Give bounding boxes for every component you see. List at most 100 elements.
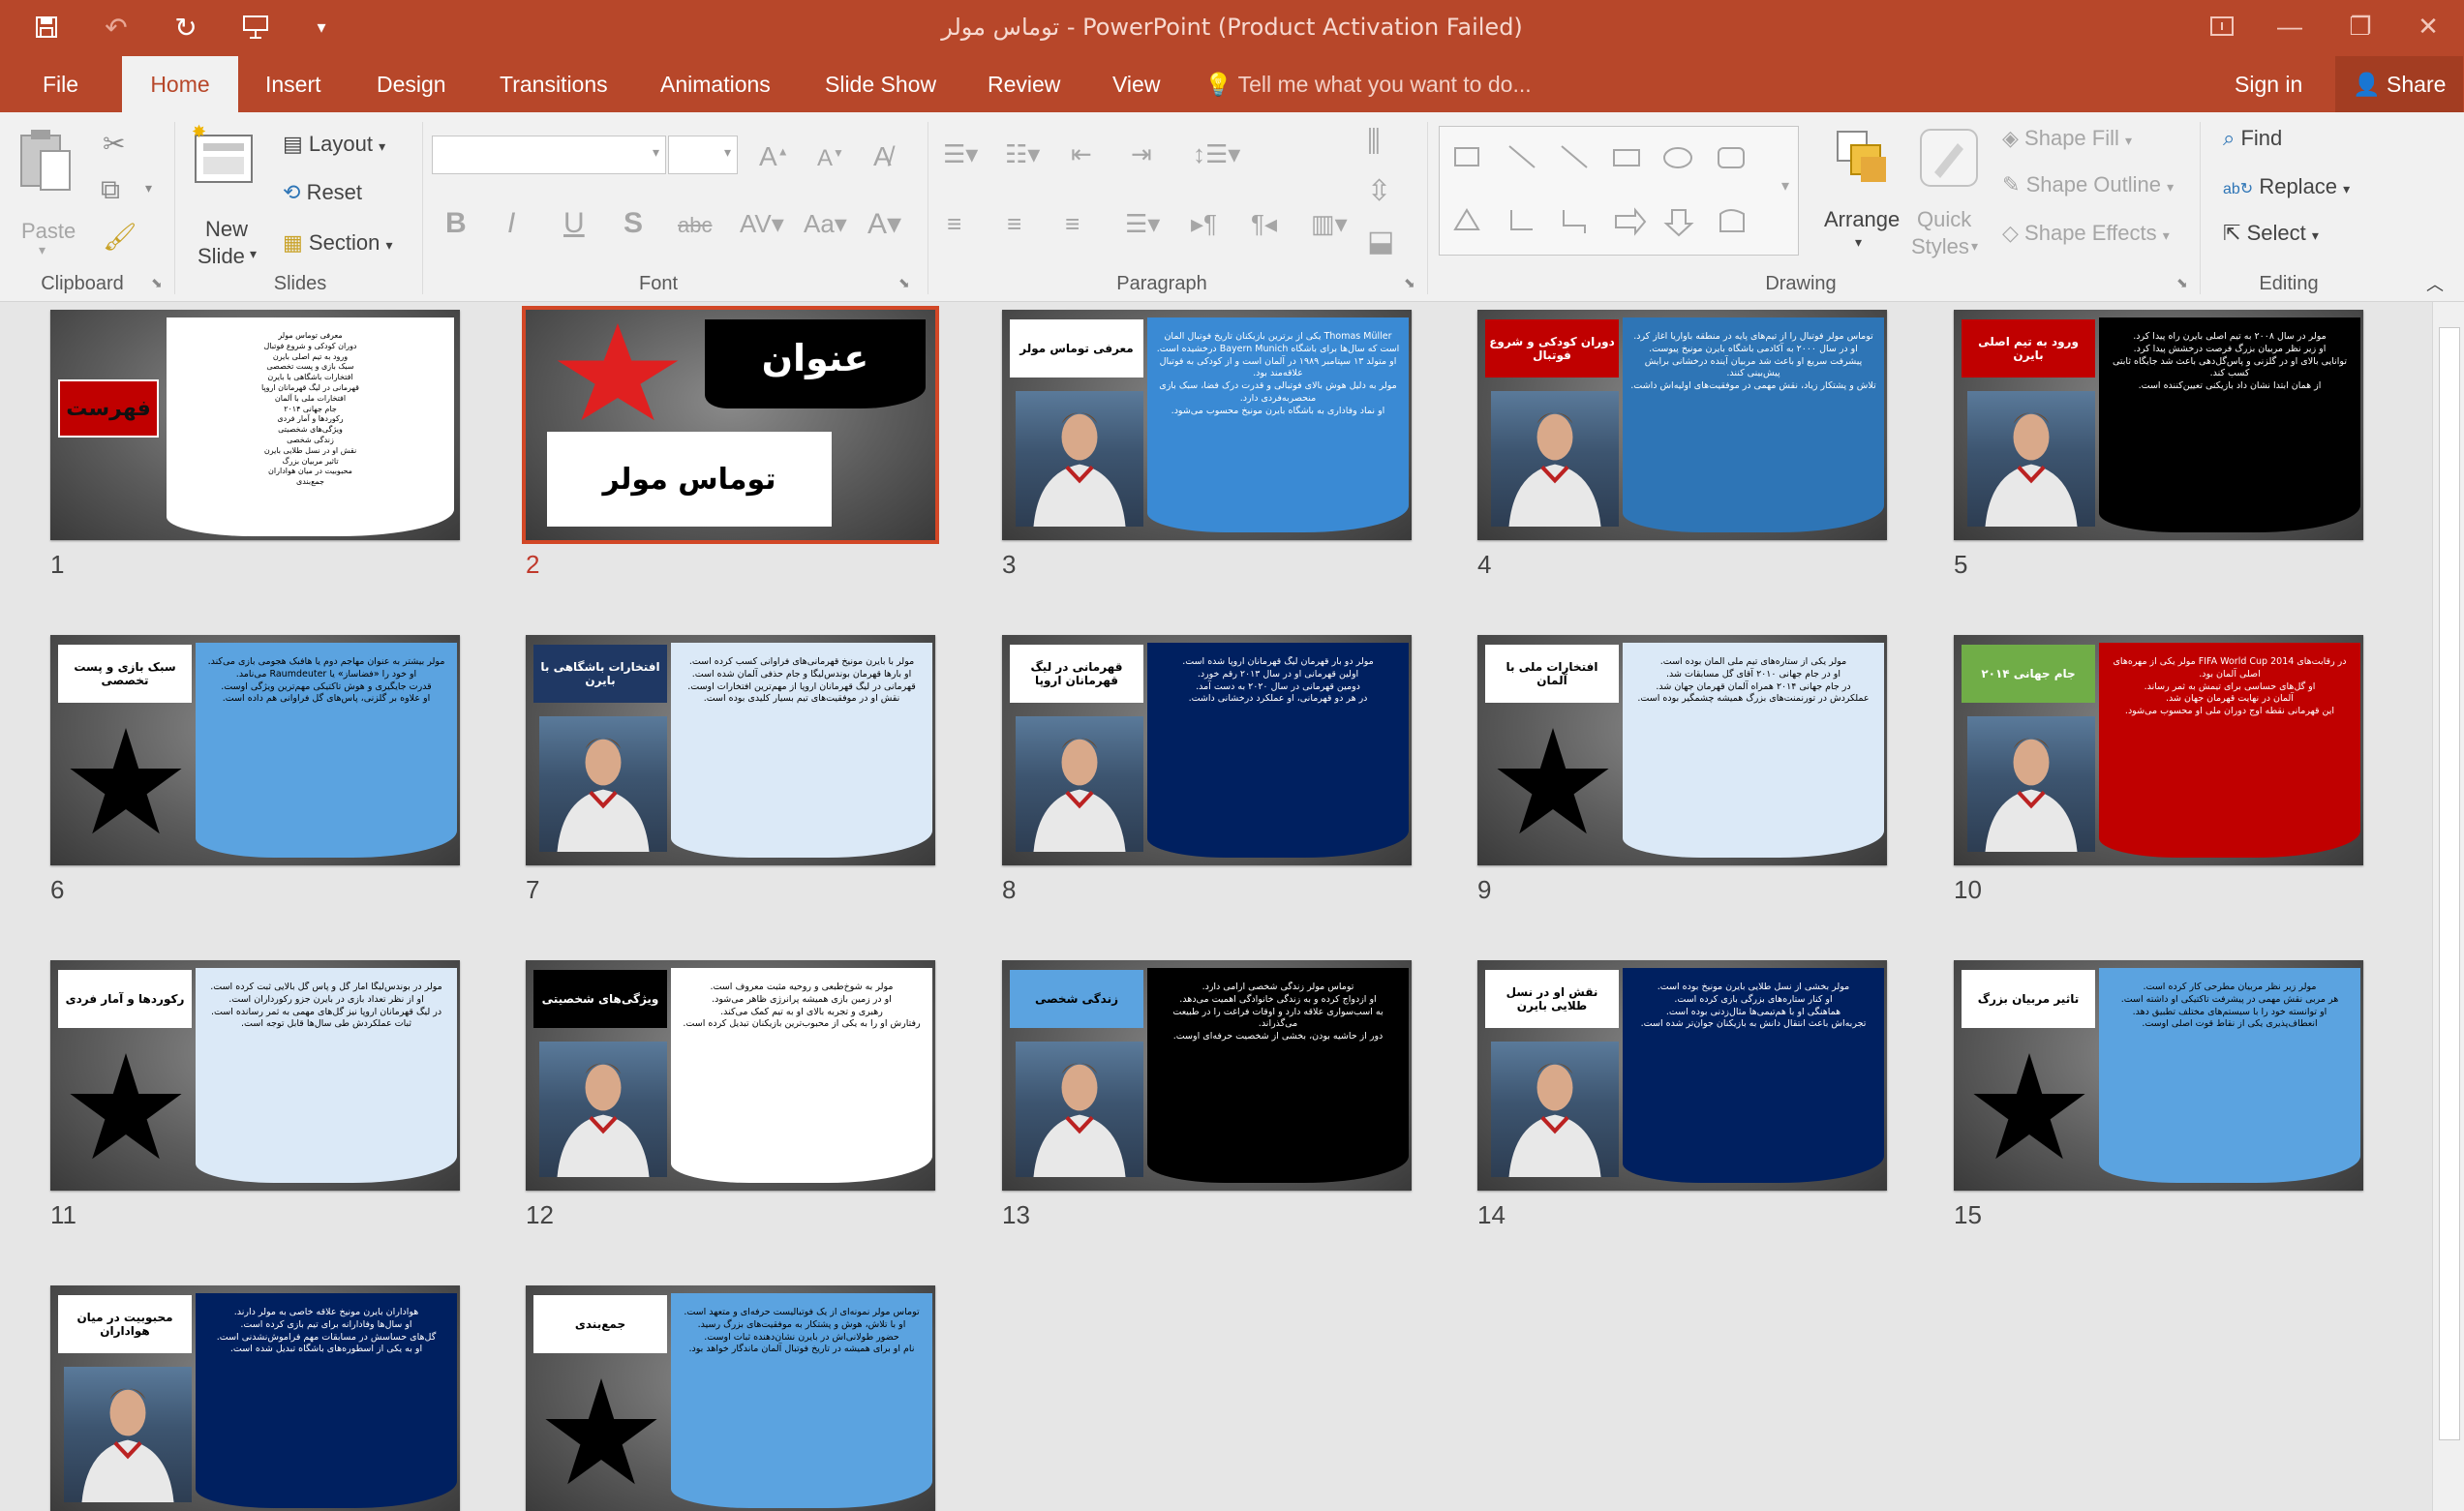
align-left-icon[interactable]: ≡ [947, 209, 961, 239]
clear-formatting-icon[interactable]: A̸ [873, 141, 892, 172]
columns-icon[interactable]: ▥▾ [1311, 209, 1348, 239]
paragraph-launcher-icon[interactable]: ⬊ [1404, 275, 1415, 291]
tab-animations[interactable]: Animations [656, 56, 775, 112]
character-spacing-icon[interactable]: AV▾ [740, 209, 784, 239]
tab-design[interactable]: Design [373, 56, 450, 112]
text-direction-icon[interactable]: ⫼ [1367, 126, 1381, 159]
copy-dropdown-icon[interactable]: ▾ [145, 180, 152, 196]
justify-icon[interactable]: ☰▾ [1125, 209, 1160, 239]
bullets-icon[interactable]: ☰▾ [943, 139, 978, 169]
slide-thumbnail-12[interactable]: مولر به شوخ‌طبعی و روحیه مثبت معروف است.… [526, 960, 935, 1191]
format-painter-icon[interactable]: 🖌 [103, 221, 137, 253]
tab-home[interactable]: Home [122, 56, 238, 112]
tab-transitions[interactable]: Transitions [496, 56, 612, 112]
minimize-icon[interactable]: — [2261, 4, 2319, 48]
slide-thumbnail-1[interactable]: معرفی توماس مولر دوران کودکی و شروع فوتب… [50, 310, 460, 540]
find-button[interactable]: ⌕ Find [2223, 126, 2282, 151]
cut-icon[interactable]: ✂ [103, 128, 125, 160]
section-button[interactable]: ▦ Section ▾ [283, 230, 392, 256]
scrollbar-thumb[interactable] [2439, 327, 2460, 1440]
quick-styles-dropdown-icon: ▾ [1971, 238, 1979, 254]
shape-effects-button[interactable]: ◇ Shape Effects ▾ [2002, 221, 2170, 246]
copy-icon[interactable]: ⧉ [101, 174, 120, 206]
reset-button[interactable]: ⟲ Reset [283, 180, 362, 205]
decrease-indent-icon[interactable]: ⇤ [1071, 139, 1092, 169]
increase-indent-icon[interactable]: ⇥ [1131, 139, 1152, 169]
slide-title: افتخارات ملی با آلمان [1485, 645, 1619, 703]
italic-icon[interactable]: I [507, 207, 515, 240]
slide-title: قهرمانی در لیگ قهرمانان اروپا [1010, 645, 1143, 703]
player-photo [539, 1042, 667, 1177]
find-icon: ⌕ [2223, 126, 2236, 150]
text-shadow-icon[interactable]: S [624, 207, 643, 240]
tab-review[interactable]: Review [984, 56, 1064, 112]
slide-thumbnail-11[interactable]: مولر در بوندس‌لیگا آمار گل و پاس گل بالا… [50, 960, 460, 1191]
slide-thumbnail-2[interactable]: عنوان توماس مولر [522, 306, 939, 544]
ltr-icon[interactable]: ▸¶ [1191, 209, 1217, 239]
tab-view[interactable]: View [1109, 56, 1164, 112]
quick-styles-button[interactable]: Quick Styles ▾ [1907, 124, 1989, 269]
rtl-icon[interactable]: ¶◂ [1251, 209, 1277, 239]
paste-button[interactable]: Paste ▾ [17, 126, 77, 261]
arrange-label: Arrange [1824, 207, 1901, 231]
pencil-icon: ✎ [2002, 172, 2021, 196]
slide-thumbnail-6[interactable]: مولر بیشتر به عنوان مهاجم دوم یا هافبک ه… [50, 635, 460, 865]
select-button[interactable]: ⇱ Select ▾ [2223, 221, 2319, 246]
new-slide-button[interactable]: ✸ New Slide ▾ [190, 122, 267, 269]
clipboard-launcher-icon[interactable]: ⬊ [151, 275, 163, 291]
vertical-scrollbar[interactable] [2432, 302, 2464, 1511]
convert-to-smartart-icon[interactable]: ⬓ [1367, 225, 1394, 258]
shapes-gallery[interactable] [1439, 126, 1799, 256]
slide-thumbnail-4[interactable]: توماس مولر فوتبال را از تیم‌های پایه در … [1477, 310, 1887, 540]
font-launcher-icon[interactable]: ⬊ [898, 275, 910, 291]
underline-icon[interactable]: U [563, 207, 585, 240]
slide-thumbnail-9[interactable]: مولر یکی از ستاره‌های تیم ملی آلمان بوده… [1477, 635, 1887, 865]
increase-font-icon[interactable]: A▲ [759, 141, 789, 172]
font-color-icon[interactable]: A▾ [867, 207, 901, 241]
change-case-icon[interactable]: Aa▾ [804, 209, 847, 239]
decrease-font-icon[interactable]: A▼ [817, 145, 844, 172]
slide-thumbnail-13[interactable]: توماس مولر زندگی شخصی آرامی دارد. او ازد… [1002, 960, 1412, 1191]
slide-thumbnail-8[interactable]: مولر دو بار قهرمان لیگ قهرمانان اروپا شد… [1002, 635, 1412, 865]
font-size-box[interactable]: ▾ [668, 136, 738, 174]
sign-in-link[interactable]: Sign in [2231, 56, 2306, 112]
replace-button[interactable]: ab↻ Replace ▾ [2223, 174, 2350, 199]
player-photo [1491, 391, 1619, 527]
numbering-icon[interactable]: ☷▾ [1005, 139, 1040, 169]
ribbon: Paste ▾ ✂ ⧉ ▾ 🖌 Clipboard ⬊ ✸ New Slide … [0, 112, 2464, 302]
tab-file[interactable]: File [39, 56, 82, 112]
collapse-ribbon-icon[interactable]: ︿ [2426, 271, 2444, 296]
font-name-dropdown-icon: ▾ [652, 144, 659, 160]
slide-thumbnail-3[interactable]: Thomas Müller یکی از برترین بازیکنان تار… [1002, 310, 1412, 540]
tab-slide-show[interactable]: Slide Show [821, 56, 940, 112]
tab-insert[interactable]: Insert [261, 56, 325, 112]
content-panel: مولر زیر نظر مربیان مطرحی کار کرده است. … [2099, 968, 2360, 1183]
close-icon[interactable]: ✕ [2399, 4, 2457, 48]
slide-thumbnail-15[interactable]: مولر زیر نظر مربیان مطرحی کار کرده است. … [1954, 960, 2363, 1191]
strikethrough-icon[interactable]: abc [678, 213, 712, 238]
arrange-button[interactable]: Arrange ▾ [1818, 124, 1905, 269]
layout-button[interactable]: ▤ Layout ▾ [283, 132, 385, 157]
slide-thumbnail-10[interactable]: در رقابت‌های FIFA World Cup 2014 مولر یک… [1954, 635, 2363, 865]
shape-fill-button[interactable]: ◈ Shape Fill ▾ [2002, 126, 2132, 151]
slide-thumbnail-7[interactable]: مولر با بایرن مونیخ قهرمانی‌های فراوانی … [526, 635, 935, 865]
share-button[interactable]: 👤 Share [2335, 56, 2464, 112]
shape-outline-button[interactable]: ✎ Shape Outline ▾ [2002, 172, 2174, 197]
slide-thumbnail-14[interactable]: مولر بخشی از نسل طلایی بایرن مونیخ بوده … [1477, 960, 1887, 1191]
slide-thumbnail-16[interactable]: هواداران بایرن مونیخ علاقه خاصی به مولر … [50, 1285, 460, 1511]
slide-title: زندگی شخصی [1010, 970, 1143, 1028]
align-right-icon[interactable]: ≡ [1065, 209, 1080, 239]
content-panel: توماس مولر زندگی شخصی آرامی دارد. او ازد… [1147, 968, 1409, 1183]
drawing-launcher-icon[interactable]: ⬊ [2176, 275, 2188, 291]
shapes-more-icon[interactable]: ▾ [1781, 176, 1789, 196]
tell-me-box[interactable]: 💡 Tell me what you want to do... [1201, 56, 1536, 112]
slide-thumbnail-17[interactable]: توماس مولر نمونه‌ای از یک فوتبالیست حرفه… [526, 1285, 935, 1511]
slide-thumbnail-5[interactable]: مولر در سال ۲۰۰۸ به تیم اصلی بایرن راه پ… [1954, 310, 2363, 540]
ribbon-display-options-icon[interactable] [2193, 4, 2251, 48]
align-text-icon[interactable]: ⇳ [1367, 174, 1391, 208]
line-spacing-icon[interactable]: ↕☰▾ [1193, 139, 1240, 169]
font-name-box[interactable]: ▾ [432, 136, 666, 174]
align-center-icon[interactable]: ≡ [1007, 209, 1021, 239]
bold-icon[interactable]: B [445, 207, 467, 240]
restore-icon[interactable]: ❐ [2331, 4, 2389, 48]
